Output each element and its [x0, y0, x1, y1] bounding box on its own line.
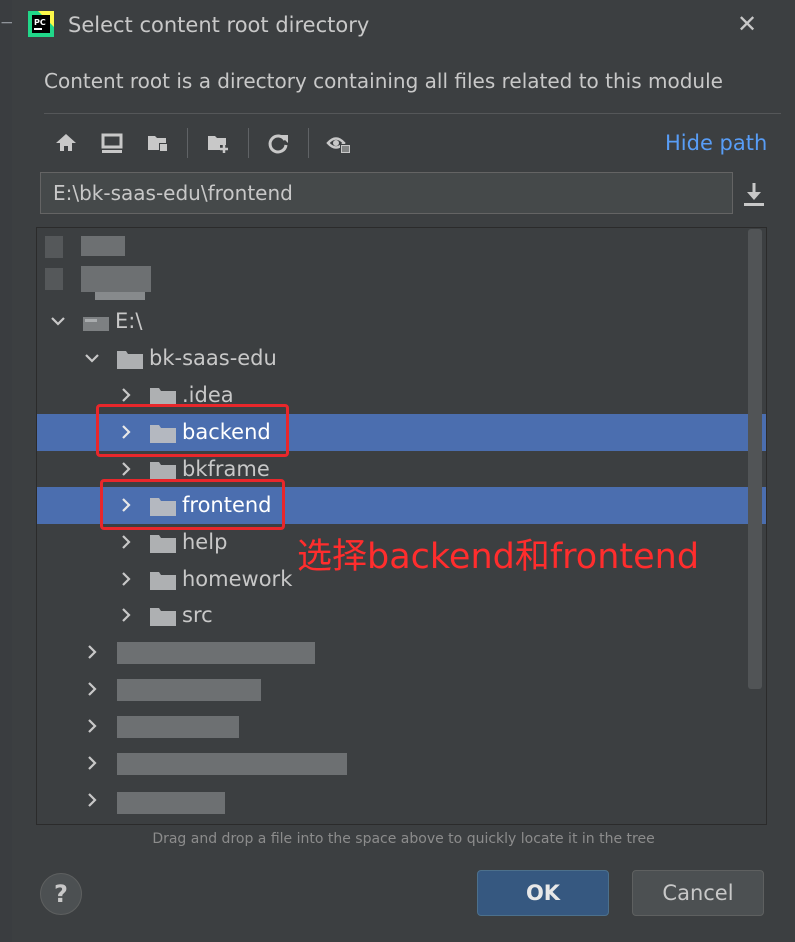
project-folder-icon[interactable]: [142, 124, 174, 162]
tree-row-project[interactable]: bk-saas-edu: [37, 340, 766, 377]
chevron-right-icon[interactable]: [83, 717, 101, 735]
tree-label-project: bk-saas-edu: [149, 346, 277, 370]
editor-fragment: ⊣: [0, 13, 16, 34]
chevron-right-icon[interactable]: [83, 791, 101, 809]
drag-drop-hint: Drag and drop a file into the space abov…: [152, 831, 655, 847]
path-field[interactable]: [40, 172, 733, 214]
blurred-entry: [117, 753, 347, 775]
folder-icon: [117, 351, 143, 369]
blurred-entry: [117, 716, 239, 738]
folder-icon: [150, 462, 176, 480]
dialog-description: Content root is a directory containing a…: [44, 69, 723, 93]
desktop-icon[interactable]: [96, 124, 128, 162]
select-content-root-dialog: PC Select content root directory ✕ Conte…: [12, 0, 795, 942]
highlight-box-frontend: [100, 479, 285, 530]
chevron-down-icon[interactable]: [49, 312, 67, 330]
path-input[interactable]: [41, 173, 732, 213]
download-icon[interactable]: [740, 180, 768, 208]
chevron-down-icon[interactable]: [83, 349, 101, 367]
blurred-entry: [117, 642, 315, 664]
blurred-entry: [117, 792, 225, 814]
folder-icon: [150, 572, 176, 590]
chevron-right-icon[interactable]: [83, 754, 101, 772]
svg-text:PC: PC: [34, 18, 46, 27]
tree-row-blurred[interactable]: [37, 782, 766, 819]
refresh-icon[interactable]: [262, 124, 294, 162]
close-icon[interactable]: ✕: [734, 10, 760, 38]
tree-scrollbar[interactable]: [748, 229, 762, 689]
cancel-button[interactable]: Cancel: [632, 870, 764, 916]
divider: [44, 113, 781, 114]
blurred-entry: [95, 292, 145, 300]
hide-path-link[interactable]: Hide path: [665, 127, 767, 159]
blurred-entry: [117, 679, 261, 701]
toolbar-separator: [187, 128, 188, 158]
toolbar-separator: [308, 128, 309, 158]
home-icon[interactable]: [50, 124, 82, 162]
chevron-right-icon[interactable]: [117, 386, 135, 404]
new-folder-icon[interactable]: [202, 124, 234, 162]
tree-label: src: [182, 603, 213, 627]
pycharm-icon: PC: [28, 11, 54, 37]
tree-row-blurred[interactable]: [37, 708, 766, 745]
chevron-right-icon[interactable]: [117, 533, 135, 551]
chevron-right-icon[interactable]: [117, 606, 135, 624]
drive-icon: [83, 317, 109, 331]
blurred-entry: [45, 268, 63, 290]
tree-row-drive[interactable]: E:\: [37, 303, 766, 340]
chevron-right-icon[interactable]: [83, 680, 101, 698]
help-button[interactable]: ?: [40, 873, 82, 915]
background-editor-strip: ⊣: [0, 0, 16, 942]
tree-row-blurred[interactable]: [37, 671, 766, 708]
highlight-box-backend: [96, 404, 289, 457]
tree-label-drive: E:\: [115, 309, 143, 333]
tree-row-blurred[interactable]: [37, 634, 766, 671]
tree-label: help: [182, 530, 228, 554]
dialog-title: Select content root directory: [68, 13, 370, 37]
tree-label: homework: [182, 567, 293, 591]
tree-row-blurred[interactable]: [37, 745, 766, 782]
chevron-right-icon[interactable]: [117, 460, 135, 478]
title-bar: PC Select content root directory ✕: [12, 0, 795, 50]
show-hidden-icon[interactable]: [322, 124, 354, 162]
toolbar-separator: [248, 128, 249, 158]
blurred-entry: [81, 266, 151, 292]
tree-row-src[interactable]: src: [37, 597, 766, 634]
chevron-right-icon[interactable]: [83, 643, 101, 661]
blurred-entry: [45, 236, 63, 258]
chevron-right-icon[interactable]: [117, 570, 135, 588]
blurred-entry: [81, 236, 125, 256]
annotation-text: 选择backend和frontend: [297, 537, 700, 577]
folder-icon: [150, 608, 176, 626]
folder-icon: [150, 535, 176, 553]
ok-button[interactable]: OK: [477, 870, 609, 916]
